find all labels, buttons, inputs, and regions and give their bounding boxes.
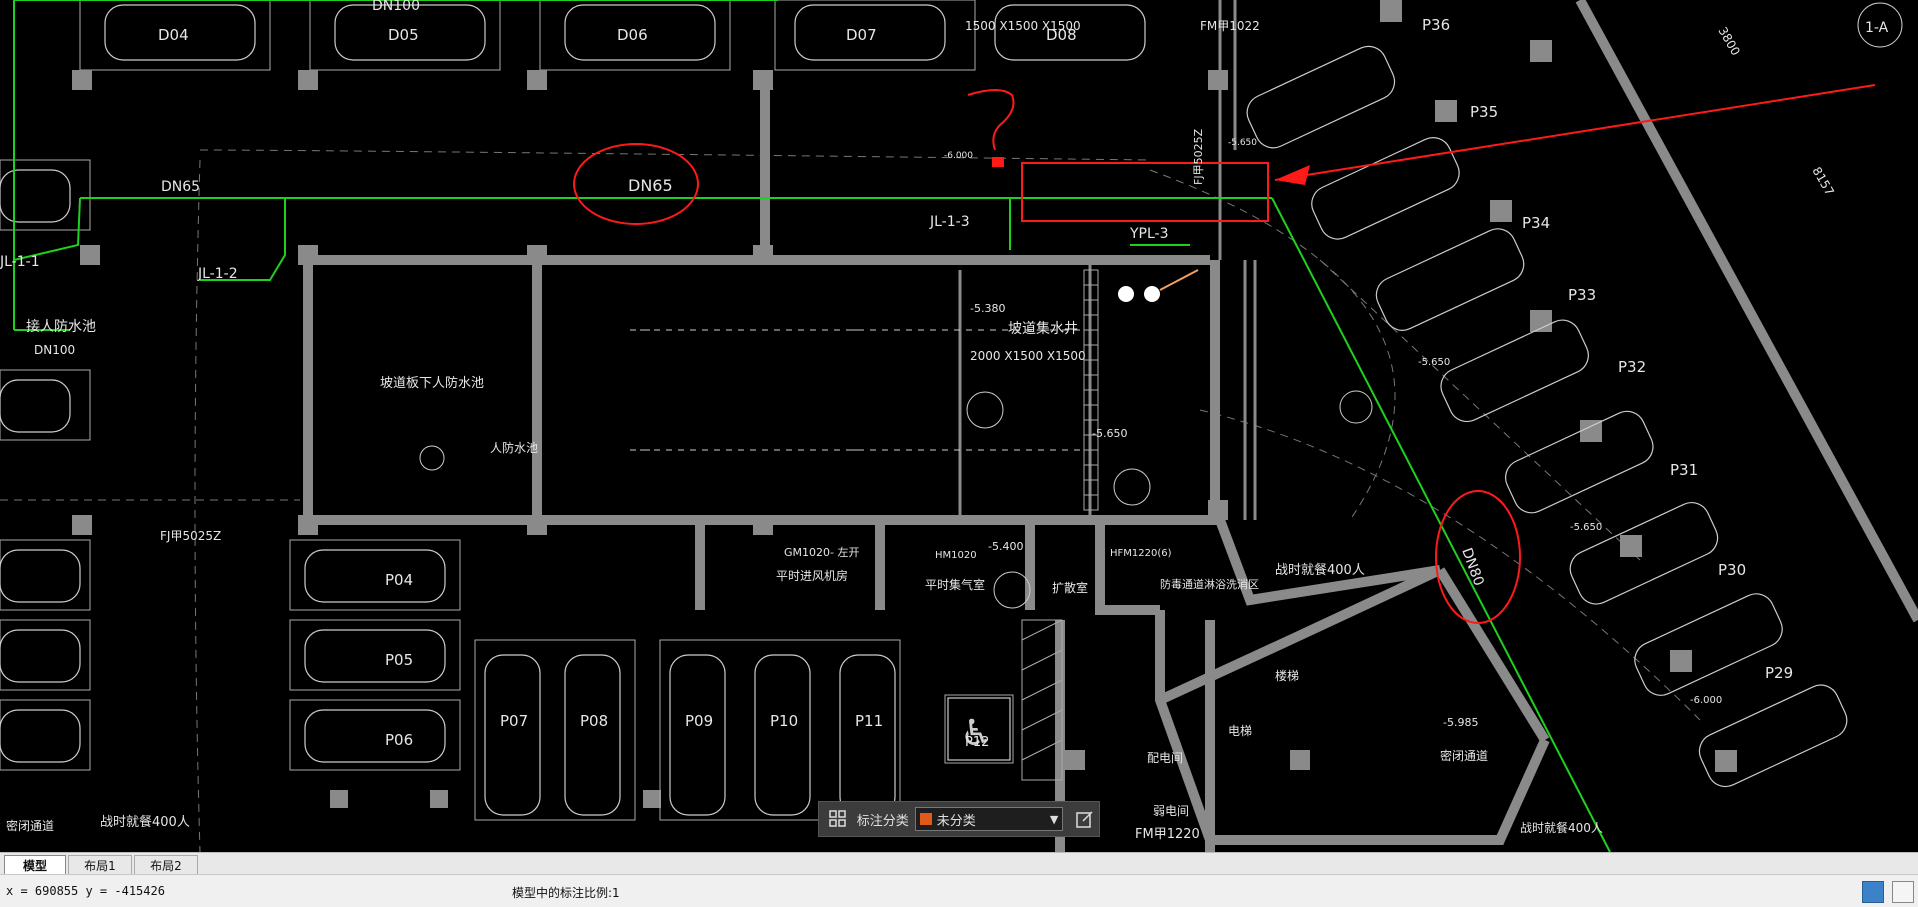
model-space-icon[interactable] xyxy=(1862,881,1884,903)
label-sump: 坡道集水井 xyxy=(1008,320,1078,337)
label-weak-current: 弱电间 xyxy=(1153,804,1189,818)
label-hm-door: HM1020 xyxy=(935,550,977,561)
annotation-category-label: 标注分类 xyxy=(856,813,909,829)
label-fm-top: FM甲1022 xyxy=(1200,19,1260,33)
label-shelter-bottom: 战时就餐400人 xyxy=(1520,820,1603,835)
annotation-scale: 模型中的标注比例:1 xyxy=(512,886,620,900)
tab-layout2[interactable]: 布局2 xyxy=(134,855,198,874)
settings-icon[interactable] xyxy=(1892,881,1914,903)
label-elev-5985: -5.985 xyxy=(1443,716,1478,729)
parking-d06: D06 xyxy=(617,26,648,44)
label-elevator: 电梯 xyxy=(1228,724,1252,738)
label-hfm-door: HFM1220(6) xyxy=(1110,548,1172,559)
label-dn65-circled: DN65 xyxy=(628,176,673,195)
label-elev-600-b: -6.000 xyxy=(1690,695,1722,706)
label-elev-538: -5.380 xyxy=(970,302,1005,315)
tab-model[interactable]: 模型 xyxy=(4,855,66,874)
label-elev-540: -5.400 xyxy=(988,540,1023,553)
status-bar: x = 690855 y = -415426 模型中的标注比例:1 xyxy=(0,874,1918,907)
label-elev-600: -6.000 xyxy=(944,151,973,161)
label-jl-1-1: JL-1-1 xyxy=(0,254,40,270)
label-dn100-left: DN100 xyxy=(34,343,75,357)
tab-layout1[interactable]: 布局1 xyxy=(68,855,132,874)
label-elev-565-c: -5.650 xyxy=(1570,522,1602,533)
parking-p35: P35 xyxy=(1470,103,1498,121)
parking-p04: P04 xyxy=(385,571,413,589)
label-jl-1-2: JL-1-2 xyxy=(197,266,238,282)
parking-p36: P36 xyxy=(1422,16,1450,34)
parking-p34: P34 xyxy=(1522,214,1550,232)
label-fj-door: FJ甲5025Z xyxy=(1192,128,1205,185)
label-shelter-left: 战时就餐400人 xyxy=(100,814,190,830)
floor-plan: ♿ DN65 DN65 DN100 DN100 JL-1-1 JL-1-2 JL… xyxy=(0,0,1918,852)
parking-p12: P12 xyxy=(965,735,989,750)
label-sump-dims: 2000 X1500 X1500 xyxy=(970,349,1086,363)
parking-d04: D04 xyxy=(158,26,189,44)
edit-icon[interactable] xyxy=(1071,805,1099,833)
label-elev-565-a: -5.650 xyxy=(1092,427,1127,440)
parking-d05: D05 xyxy=(388,26,419,44)
label-secret-passage-left: 密闭通道 xyxy=(6,818,54,833)
parking-p09: P09 xyxy=(685,712,713,730)
grid-icon[interactable] xyxy=(823,804,853,834)
label-distribution: 配电间 xyxy=(1147,751,1183,765)
parking-p29: P29 xyxy=(1765,664,1793,682)
parking-p06: P06 xyxy=(385,731,413,749)
label-dim-3800: 3800 xyxy=(1715,25,1742,58)
cad-drawing-canvas[interactable]: ♿ DN65 DN65 DN100 DN100 JL-1-1 JL-1-2 JL… xyxy=(0,0,1918,852)
label-pool-room: 坡道板下人防水池 xyxy=(380,375,484,391)
parking-p05: P05 xyxy=(385,651,413,669)
label-elev-565-b: -5.650 xyxy=(1418,357,1450,368)
parking-d08: D08 xyxy=(1046,26,1077,44)
parking-d07: D07 xyxy=(846,26,877,44)
label-expansion: 扩散室 xyxy=(1052,580,1088,595)
label-ventilation: 平时进风机房 xyxy=(776,568,848,583)
label-grid-1a: 1-A xyxy=(1865,20,1889,36)
label-secret-passage: 密闭通道 xyxy=(1440,748,1488,763)
label-ypl-3: YPL-3 xyxy=(1129,226,1169,242)
parking-p32: P32 xyxy=(1618,358,1646,376)
cursor-coordinates: x = 690855 y = -415426 xyxy=(6,884,165,898)
label-stair: 楼梯 xyxy=(1275,668,1299,683)
label-fm-1220: FM甲1220 xyxy=(1135,827,1200,842)
parking-p11: P11 xyxy=(855,712,883,730)
label-dim-8157: 8157 xyxy=(1809,165,1836,198)
parking-p10: P10 xyxy=(770,712,798,730)
label-access-tank: 接人防水池 xyxy=(26,318,96,335)
parking-p30: P30 xyxy=(1718,561,1746,579)
chevron-down-icon: ▼ xyxy=(1049,812,1059,826)
label-fj-bottom: FJ甲5025Z xyxy=(160,529,221,543)
label-shelter-right: 战时就餐400人 xyxy=(1275,562,1365,578)
selected-category: 未分类 xyxy=(936,813,976,829)
label-dn65-left: DN65 xyxy=(161,179,200,195)
parking-p31: P31 xyxy=(1670,461,1698,479)
parking-p33: P33 xyxy=(1568,286,1596,304)
annotation-toolbar: 标注分类 未分类 ▼ xyxy=(818,801,1100,837)
parking-p08: P08 xyxy=(580,712,608,730)
layout-tab-bar: 模型 布局1 布局2 xyxy=(0,852,1918,874)
label-gm-door: GM1020- 左开 xyxy=(784,546,859,559)
label-defense-tank: 人防水池 xyxy=(490,440,538,455)
label-exhaust: 平时集气室 xyxy=(925,577,985,592)
label-elev-565-d: -5.650 xyxy=(1228,138,1257,148)
label-decon: 防毒通道淋浴洗消区 xyxy=(1160,577,1259,591)
label-jl-1-3: JL-1-3 xyxy=(929,214,970,230)
annotation-category-select[interactable]: 未分类 ▼ xyxy=(914,807,1064,831)
parking-p07: P07 xyxy=(500,712,528,730)
category-color-swatch xyxy=(919,813,932,825)
label-dn100-top: DN100 xyxy=(372,0,420,14)
